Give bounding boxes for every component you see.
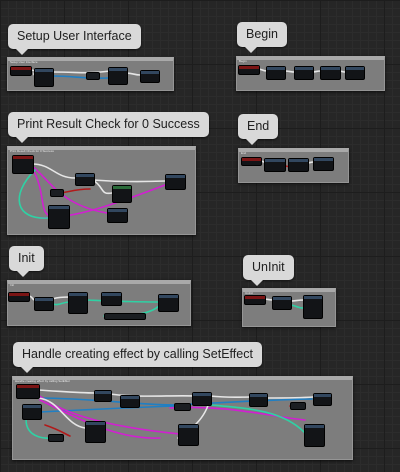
function-node[interactable]: [107, 208, 128, 223]
function-node[interactable]: [165, 174, 186, 190]
function-node[interactable]: [112, 185, 132, 203]
function-node[interactable]: [304, 424, 325, 447]
event-node[interactable]: [16, 384, 40, 399]
exec-wire: [289, 299, 305, 302]
exec-wire: [92, 179, 113, 195]
function-node[interactable]: [294, 66, 314, 80]
exec-wire: [125, 72, 141, 76]
function-node[interactable]: [34, 68, 54, 87]
event-node[interactable]: [241, 157, 262, 166]
function-node[interactable]: [272, 296, 292, 310]
exec-wire: [265, 396, 314, 399]
function-node[interactable]: [158, 294, 179, 312]
exec-wire: [92, 179, 166, 183]
function-node[interactable]: [345, 66, 365, 80]
exec-wire: [37, 389, 96, 394]
event-node[interactable]: [10, 66, 32, 76]
variable-node[interactable]: [104, 313, 146, 320]
float-wire: [85, 299, 161, 303]
function-node[interactable]: [313, 157, 334, 171]
event-node[interactable]: [244, 295, 266, 305]
function-node[interactable]: [22, 404, 42, 420]
variable-node[interactable]: [48, 434, 64, 442]
variable-node[interactable]: [174, 403, 191, 411]
variable-node[interactable]: [50, 189, 64, 197]
function-node[interactable]: [34, 297, 54, 311]
variable-node[interactable]: [86, 72, 100, 80]
function-node[interactable]: [288, 158, 309, 172]
float-wire: [289, 304, 305, 309]
function-node[interactable]: [108, 67, 128, 85]
function-node[interactable]: [266, 66, 286, 80]
variable-node[interactable]: [290, 402, 306, 410]
event-node[interactable]: [8, 292, 30, 302]
function-node[interactable]: [68, 292, 88, 314]
function-node[interactable]: [120, 395, 140, 408]
function-node[interactable]: [48, 205, 70, 229]
function-node[interactable]: [140, 70, 160, 83]
function-node[interactable]: [249, 393, 268, 407]
function-node[interactable]: [75, 173, 95, 186]
function-node[interactable]: [264, 158, 286, 172]
function-node[interactable]: [192, 392, 212, 406]
event-node[interactable]: [238, 65, 260, 75]
function-node[interactable]: [320, 66, 341, 80]
function-node[interactable]: [85, 421, 106, 443]
exec-wire: [53, 70, 111, 74]
event-node[interactable]: [12, 155, 34, 174]
function-node[interactable]: [303, 295, 323, 319]
function-node[interactable]: [101, 292, 122, 306]
function-node[interactable]: [94, 390, 112, 402]
exec-wire: [209, 395, 251, 399]
function-node[interactable]: [178, 424, 199, 446]
struct-wire: [31, 167, 49, 216]
function-node[interactable]: [313, 393, 332, 406]
